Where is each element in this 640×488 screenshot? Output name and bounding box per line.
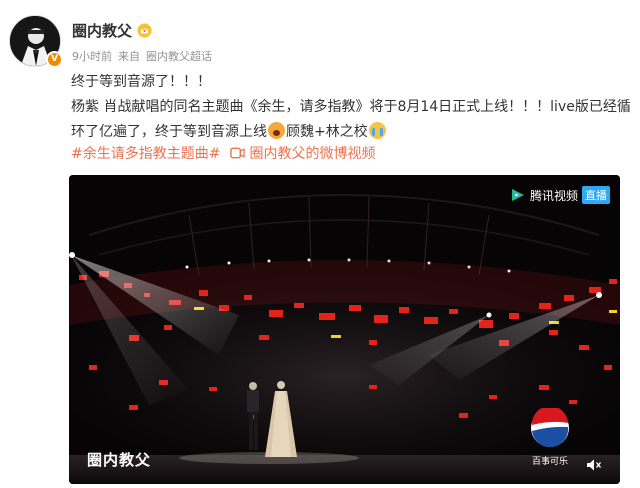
video-source-link[interactable]: 圈内教父的微博视频: [230, 143, 375, 163]
sponsor-label: 百事可乐: [531, 457, 568, 467]
weibo-post: V 圈内教父 9小时前 来自 圈内教父超话 终于等到音源了！！！ 杨紫 肖战献唱…: [0, 0, 640, 488]
verified-badge: V: [46, 51, 63, 68]
sponsor-logo: 百事可乐: [530, 405, 570, 467]
username[interactable]: 圈内教父: [72, 20, 132, 41]
post-source[interactable]: 圈内教父超话: [146, 48, 212, 64]
username-row: 圈内教父: [72, 20, 152, 41]
live-badge: 直播: [582, 186, 610, 204]
source-prefix: 来自: [118, 50, 140, 63]
volume-icon[interactable]: [586, 458, 602, 472]
video-link-label: 圈内教父的微博视频: [249, 146, 376, 162]
platform-name: 腾讯视频: [529, 188, 578, 203]
post-line-2: 杨紫 肖战献唱的同名主题曲《余生，请多指教》将于8月14日正式上线！！！live…: [71, 95, 631, 145]
topic-tag[interactable]: #余生请多指教主题曲#: [71, 143, 220, 163]
post-time[interactable]: 9小时前: [72, 48, 112, 64]
tencent-video-icon: [511, 189, 524, 201]
pepsi-icon: [531, 405, 569, 448]
tencent-video-logo: 腾讯视频 直播: [510, 186, 610, 204]
post-meta: 9小时前 来自 圈内教父超话: [72, 48, 212, 64]
crying-emoji-icon: [368, 122, 386, 139]
scream-emoji-icon: [268, 122, 285, 139]
video-camera-icon: [230, 147, 246, 159]
post-text: 终于等到音源了！！！ 杨紫 肖战献唱的同名主题曲《余生，请多指教》将于8月14日…: [71, 70, 631, 145]
post-tags: #余生请多指教主题曲# 圈内教父的微博视频: [71, 143, 375, 163]
avatar-container[interactable]: V: [9, 15, 63, 68]
account-watermark: 圈内教父: [87, 451, 152, 469]
post-line-2-names: 顾魏+林之校: [286, 124, 368, 140]
crown-icon: [137, 23, 152, 38]
post-line-1: 终于等到音源了！！！: [71, 74, 211, 90]
video-player[interactable]: 腾讯视频 直播 圈内教父 百事可乐: [69, 175, 620, 484]
